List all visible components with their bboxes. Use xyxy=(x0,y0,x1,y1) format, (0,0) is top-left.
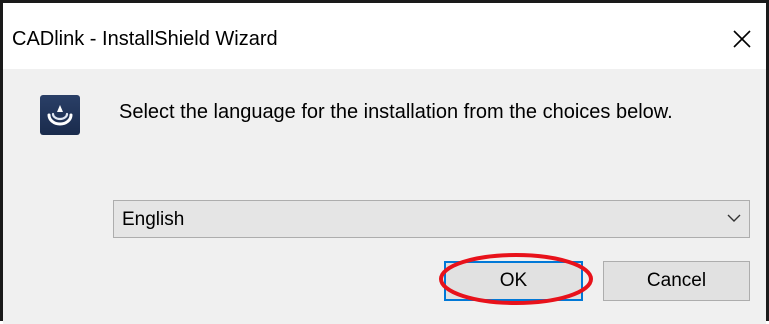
title-bar: CADlink - InstallShield Wizard xyxy=(3,3,766,69)
dialog-content: Select the language for the installation… xyxy=(3,69,766,324)
installer-icon xyxy=(40,95,80,135)
close-icon xyxy=(733,30,751,48)
language-select[interactable]: English xyxy=(113,200,750,238)
close-button[interactable] xyxy=(722,17,766,61)
chevron-down-icon xyxy=(727,214,741,222)
ok-button[interactable]: OK xyxy=(444,261,583,301)
window-title: CADlink - InstallShield Wizard xyxy=(12,28,278,50)
cancel-button[interactable]: Cancel xyxy=(603,261,750,301)
installshield-wizard-window: CADlink - InstallShield Wizard Select th… xyxy=(0,0,769,324)
language-prompt: Select the language for the installation… xyxy=(119,101,673,123)
language-select-value: English xyxy=(122,209,185,230)
